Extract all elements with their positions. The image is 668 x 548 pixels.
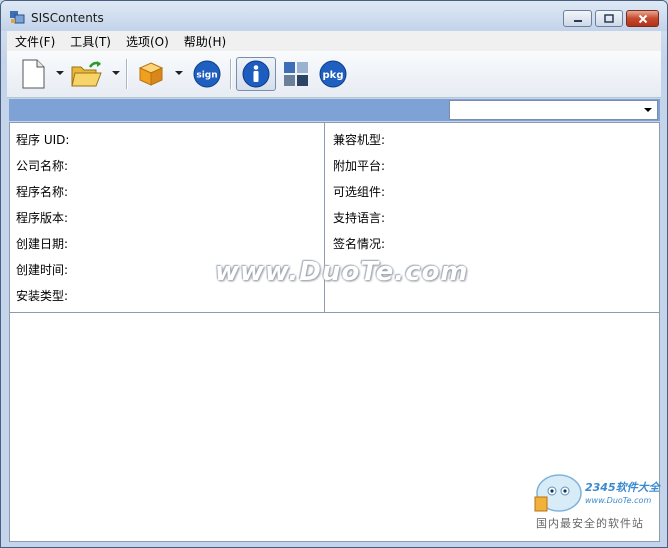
new-file-dropdown[interactable]: [56, 71, 64, 75]
label-create-date: 创建日期:: [16, 237, 69, 251]
menu-file[interactable]: 文件(F): [7, 31, 62, 51]
info-icon: [242, 60, 270, 88]
package-box-icon: [138, 62, 164, 86]
package-dropdown[interactable]: [175, 71, 183, 75]
open-folder-button[interactable]: [69, 57, 105, 91]
title-bar[interactable]: SISContents: [1, 1, 667, 31]
window-title: SISContents: [31, 11, 104, 25]
label-supported-languages: 支持语言:: [333, 211, 386, 225]
new-file-button[interactable]: [17, 57, 49, 91]
components-button[interactable]: [280, 57, 312, 91]
menu-options[interactable]: 选项(O): [118, 31, 176, 51]
maximize-button[interactable]: [595, 10, 623, 27]
new-file-icon: [22, 59, 45, 89]
brand-logo: 2345软件大全 www.DuoTe.com 国内最安全的软件站: [527, 471, 667, 533]
menu-tools[interactable]: 工具(T): [62, 31, 118, 51]
label-signature-status: 签名情况:: [333, 237, 386, 251]
pkg-icon-label: pkg: [323, 70, 344, 81]
brand-url: www.DuoTe.com: [585, 496, 652, 505]
toolbar-separator: [126, 59, 128, 89]
brand-name: 2345软件大全: [585, 481, 660, 494]
label-create-time: 创建时间:: [16, 263, 69, 277]
app-icon: [10, 11, 25, 24]
watermark: www.DuoTe.com: [215, 257, 469, 287]
menu-help[interactable]: 帮助(H): [176, 31, 233, 51]
label-optional-components: 可选组件:: [333, 185, 386, 199]
menu-bar: 文件(F) 工具(T) 选项(O) 帮助(H): [7, 31, 661, 51]
toolbar-separator: [230, 59, 232, 89]
grid-blocks-icon: [284, 62, 308, 86]
open-folder-dropdown[interactable]: [112, 71, 120, 75]
pkg-button[interactable]: pkg: [317, 57, 349, 91]
language-select[interactable]: [449, 100, 658, 120]
chevron-down-icon: [644, 108, 652, 112]
maximize-icon: [604, 14, 614, 23]
label-program-name: 程序名称:: [16, 185, 69, 199]
close-icon: [638, 14, 647, 23]
label-install-type: 安装类型:: [16, 289, 69, 303]
minimize-button[interactable]: [563, 10, 592, 27]
app-window: SISContents 文件(F) 工具(T) 选项(O) 帮助(H) sign…: [0, 0, 668, 548]
label-extra-platform: 附加平台:: [333, 159, 386, 173]
label-company-name: 公司名称:: [16, 159, 69, 173]
pkg-icon: pkg: [319, 60, 347, 88]
info-button[interactable]: [236, 57, 276, 91]
toolbar: sign pkg: [7, 51, 661, 98]
mascot-icon: [534, 474, 582, 512]
brand-slogan: 国内最安全的软件站: [536, 517, 644, 530]
sign-button[interactable]: sign: [191, 57, 223, 91]
package-button[interactable]: [135, 57, 167, 91]
open-folder-icon: [71, 61, 102, 87]
sign-icon-label: sign: [196, 71, 217, 81]
label-compatible-models: 兼容机型:: [333, 133, 386, 147]
label-program-uid: 程序 UID:: [16, 133, 70, 147]
sign-icon: sign: [193, 60, 221, 88]
minimize-icon: [573, 19, 582, 22]
label-program-version: 程序版本:: [16, 211, 69, 225]
close-button[interactable]: [626, 10, 659, 27]
